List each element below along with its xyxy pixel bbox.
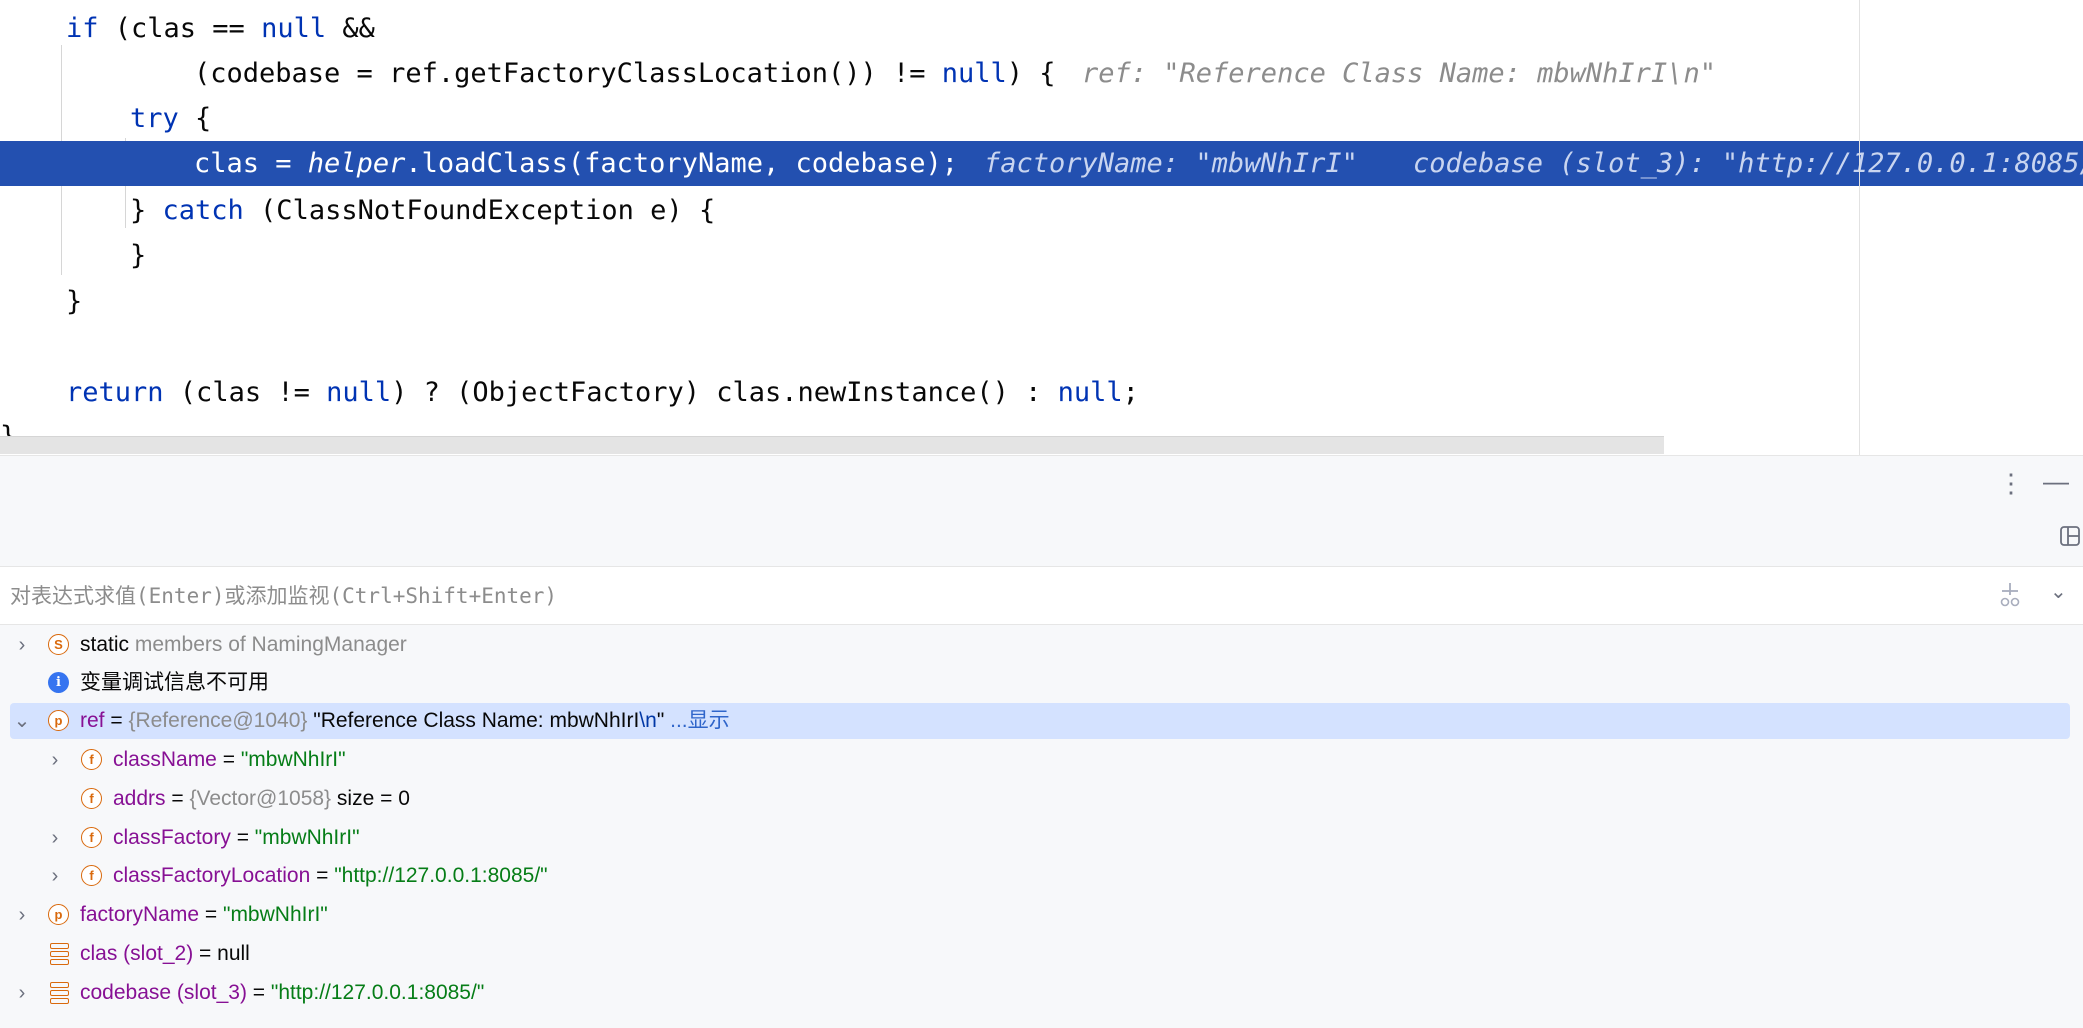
parameter-icon: p <box>48 904 69 925</box>
add-watch-icon[interactable] <box>1996 581 2024 609</box>
layout-icon[interactable] <box>2059 525 2081 547</box>
evaluate-expression-bar: ⌄ <box>0 566 2083 625</box>
code-line-catch[interactable]: } catch (ClassNotFoundException e) { <box>0 188 2083 233</box>
inline-value-hint: factoryName: "mbwNhIrI" <box>984 148 1358 179</box>
code-line-return[interactable]: return (clas != null) ? (ObjectFactory) … <box>0 370 2083 415</box>
code-line-close-catch[interactable]: } <box>0 233 2083 278</box>
chevron-right-icon[interactable]: › <box>43 820 67 856</box>
code-line-codebase-condition[interactable]: (codebase = ref.getFactoryClassLocation(… <box>0 51 2083 96</box>
keyword: catch <box>162 195 244 226</box>
parameter-icon: p <box>48 710 69 731</box>
tree-row-ref[interactable]: ⌄ p ref = {Reference@1040} "Reference Cl… <box>10 703 2070 739</box>
code-line-close-if[interactable]: } <box>0 279 2083 324</box>
tree-row-classfactorylocation[interactable]: › f classFactoryLocation = "http://127.0… <box>10 858 2070 894</box>
keyword: try <box>130 103 179 134</box>
tree-row-classfactory[interactable]: › f classFactory = "mbwNhIrI" <box>10 820 2070 856</box>
tree-row-clas[interactable]: clas (slot_2) = null <box>10 936 2070 972</box>
show-full-value-link[interactable]: ...显示 <box>664 709 730 732</box>
chevron-right-icon[interactable]: › <box>10 627 34 663</box>
tree-row-codebase[interactable]: › codebase (slot_3) = "http://127.0.0.1:… <box>10 975 2070 1011</box>
info-icon: i <box>48 672 69 693</box>
debugger-variables-panel: ⋮ — ⌄ › S static members of NamingManage… <box>0 455 2083 1028</box>
chevron-down-icon[interactable]: ⌄ <box>2050 579 2067 604</box>
keyword: return <box>66 377 164 408</box>
horizontal-scrollbar[interactable] <box>0 436 1664 454</box>
field-icon: f <box>81 865 102 886</box>
keyword: null <box>261 13 327 44</box>
static-icon: S <box>48 634 69 655</box>
minimize-icon[interactable]: — <box>2043 466 2069 497</box>
tree-row-addrs[interactable]: f addrs = {Vector@1058} size = 0 <box>10 781 2070 817</box>
tree-row-static-members[interactable]: › S static members of NamingManager <box>10 627 2070 663</box>
tree-row-classname[interactable]: › f className = "mbwNhIrI" <box>10 742 2070 778</box>
keyword: if <box>66 13 99 44</box>
field-icon: f <box>81 749 102 770</box>
tree-row-factoryname[interactable]: › p factoryName = "mbwNhIrI" <box>10 897 2070 933</box>
keyword: null <box>941 58 1007 89</box>
inline-value-hint: ref: "Reference Class Name: mbwNhIrI\n" <box>1082 58 1716 89</box>
local-variable-icon <box>50 943 69 965</box>
chevron-down-icon[interactable]: ⌄ <box>10 703 34 739</box>
local-variable-icon <box>50 982 69 1004</box>
more-vertical-icon[interactable]: ⋮ <box>1998 468 2024 499</box>
inline-value-hint: codebase (slot_3): "http://127.0.0.1:808… <box>1413 148 2083 179</box>
field-icon: f <box>81 788 102 809</box>
code-editor[interactable]: if (clas == null && (codebase = ref.getF… <box>0 0 2083 455</box>
field-icon: f <box>81 827 102 848</box>
code-line-try[interactable]: try { <box>0 96 2083 141</box>
current-execution-line[interactable]: clas = helper.loadClass(factoryName, cod… <box>0 141 2083 186</box>
keyword: null <box>1057 377 1123 408</box>
evaluate-expression-input[interactable] <box>8 577 1972 615</box>
chevron-right-icon[interactable]: › <box>10 975 34 1011</box>
chevron-right-icon[interactable]: › <box>10 897 34 933</box>
chevron-right-icon[interactable]: › <box>43 742 67 778</box>
tree-row-info: i 变量调试信息不可用 <box>10 665 2070 701</box>
code-line-if[interactable]: if (clas == null && <box>0 6 2083 51</box>
keyword: null <box>326 377 392 408</box>
right-margin-guide <box>1859 0 1860 455</box>
chevron-right-icon[interactable]: › <box>43 858 67 894</box>
